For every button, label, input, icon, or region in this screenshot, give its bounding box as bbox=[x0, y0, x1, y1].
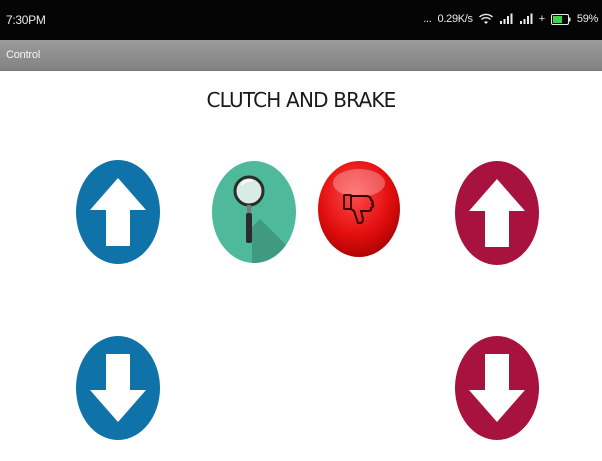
status-time: 7:30PM bbox=[6, 13, 46, 27]
arrow-down-icon bbox=[455, 336, 539, 440]
wifi-icon bbox=[478, 13, 493, 25]
magnifier-icon bbox=[212, 161, 296, 263]
arrow-up-icon bbox=[455, 161, 539, 265]
brake-down-button[interactable] bbox=[455, 336, 539, 440]
arrow-up-icon bbox=[76, 160, 160, 264]
dislike-button[interactable] bbox=[318, 161, 400, 257]
overflow-dots-icon: ... bbox=[423, 13, 432, 25]
search-button[interactable] bbox=[212, 161, 296, 263]
clutch-down-button[interactable] bbox=[76, 336, 160, 440]
charging-plus-icon: + bbox=[538, 13, 545, 25]
page-title: CLUTCH AND BRAKE bbox=[206, 88, 397, 112]
battery-icon bbox=[550, 13, 571, 25]
signal-icon bbox=[499, 13, 513, 25]
action-bar-title: Control bbox=[6, 49, 41, 61]
brake-up-button[interactable] bbox=[455, 161, 539, 265]
signal-icon bbox=[519, 13, 533, 25]
arrow-down-icon bbox=[76, 336, 160, 440]
battery-percent: 59% bbox=[576, 13, 598, 25]
status-bar: 7:30PM ... 0.29K/s + 59% bbox=[0, 0, 602, 40]
action-bar: Control bbox=[0, 40, 602, 71]
clutch-up-button[interactable] bbox=[76, 160, 160, 264]
thumbs-down-icon bbox=[318, 161, 400, 257]
network-speed: 0.29K/s bbox=[437, 13, 474, 25]
status-icons: ... 0.29K/s + 59% bbox=[423, 9, 598, 29]
